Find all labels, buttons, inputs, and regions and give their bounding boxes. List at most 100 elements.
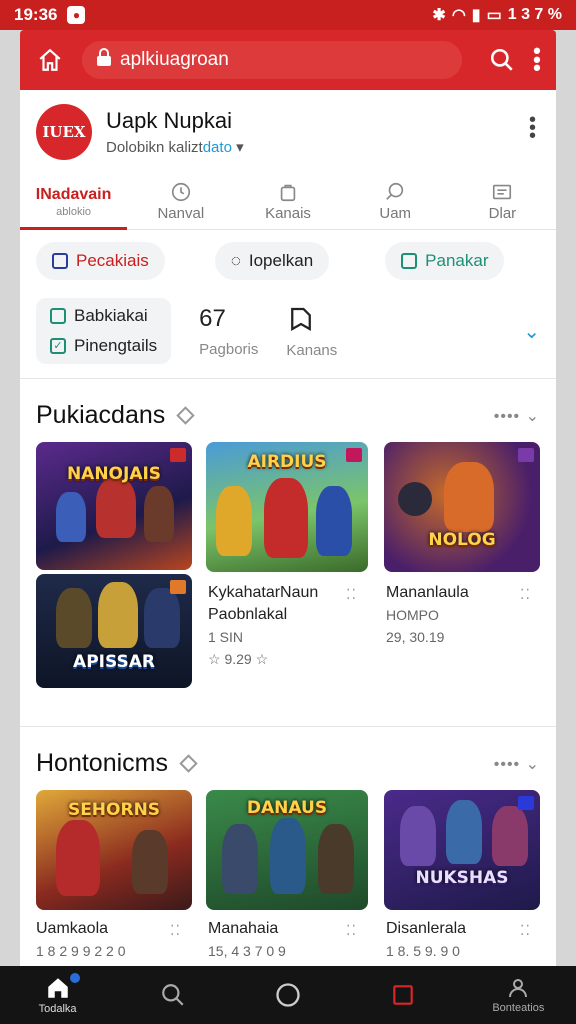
game-meta: Manahaia 15, 4 3 7 0 9 <box>208 918 286 962</box>
tab-bag-label: Kanais <box>265 205 311 222</box>
game-card[interactable]: NANOJAIS <box>36 442 192 570</box>
stat-channels[interactable]: Kanans <box>286 304 337 359</box>
game-badge <box>518 796 534 810</box>
note-icon <box>401 253 418 269</box>
profile-subtitle-link[interactable]: dato <box>203 139 232 156</box>
bag-icon <box>280 184 296 202</box>
filter-row: Babkiakai ✓ Pinengtails 67 Pagboris Kanan… <box>20 292 556 379</box>
game-subtitle: Paobnlakal <box>208 606 288 623</box>
tab-bar: INadavain ablokio Nanval Kanais Uam Dlar <box>20 174 556 230</box>
nav-search[interactable] <box>133 982 213 1008</box>
home-icon[interactable] <box>34 44 66 76</box>
filter-option-2[interactable]: ✓ Pinengtails <box>50 336 157 356</box>
nav-profile[interactable]: Bonteatios <box>478 976 558 1014</box>
game-badge <box>518 448 534 462</box>
game-card[interactable]: NUKSHAS <box>384 790 540 910</box>
profile-subtitle-text: Dolobikn kalizt <box>106 139 203 156</box>
chip-third-label: Panakar <box>425 251 489 270</box>
tab-clock-label: Nanval <box>157 205 205 222</box>
section-header-1: Pukiacdans •••• ⌄ <box>20 379 556 442</box>
profile-menu-icon[interactable]: • • • <box>529 110 536 146</box>
nav-square[interactable] <box>363 982 443 1008</box>
game-title: Manahaia <box>208 920 279 937</box>
circle-icon <box>276 983 300 1007</box>
tab-list[interactable]: Dlar <box>449 174 556 229</box>
url-text: aplkiuagroan <box>120 49 229 70</box>
game-card[interactable]: NOLOG <box>384 442 540 572</box>
more-dots-icon[interactable]: •••• ⌄ <box>494 406 540 426</box>
filter-option-2-label: Pinengtails <box>74 336 158 355</box>
game-card[interactable]: DANAUS <box>206 790 368 910</box>
game-grid-1: NANOJAIS AIRDIUS NOLOG APISSAR Kykahatar… <box>36 442 540 712</box>
tab-home-label: ablokio <box>56 205 92 218</box>
tab-clock[interactable]: Nanval <box>127 174 234 229</box>
profile-subtitle[interactable]: Dolobikn kaliztdato ▾ <box>106 138 244 156</box>
game-art-title: NANOJAIS <box>66 464 162 484</box>
filter-options: Babkiakai ✓ Pinengtails <box>36 298 172 364</box>
search-icon[interactable] <box>486 44 518 76</box>
tab-bag[interactable]: Kanais <box>234 174 341 229</box>
game-badge <box>170 580 186 594</box>
more-options-icon[interactable]: ⁚⁚ <box>520 922 531 939</box>
game-rating: ☆ 9.29 ☆ <box>208 651 269 667</box>
stat-pages-label: Pagboris <box>199 340 259 358</box>
diamond-icon <box>176 406 195 425</box>
chip-second[interactable]: ◌ Iopelkan <box>214 242 330 280</box>
more-options-icon[interactable]: ⁚⁚ <box>170 922 181 939</box>
game-art-title: NUKSHAS <box>415 868 509 888</box>
chevron-down-icon[interactable]: ⌄ <box>523 319 540 344</box>
filter-option-1[interactable]: Babkiakai <box>50 306 157 326</box>
clock-icon <box>171 182 190 202</box>
game-meta: Mananlaula HOMPO 29, 30.19 <box>386 582 469 648</box>
wifi-icon: ◠ <box>451 7 466 24</box>
section-header-2: Hontonicms •••• ⌄ <box>20 727 556 790</box>
tab-list-label: Dlar <box>488 205 517 222</box>
lock-icon <box>96 48 112 72</box>
square-icon <box>393 985 413 1005</box>
app-logo: IUEX <box>36 104 92 160</box>
bottom-navigation: Todalka Bonteatios <box>0 966 576 1024</box>
game-title: Uamkaola <box>36 920 109 937</box>
game-badge <box>170 448 186 462</box>
game-art-title: NOLOG <box>428 530 496 550</box>
nav-circle[interactable] <box>248 981 328 1009</box>
tab-home-title: INadavain <box>35 185 112 203</box>
game-title: Mananlaula <box>386 584 469 601</box>
more-options-icon[interactable]: ⁚⁚ <box>520 586 531 603</box>
chip-third[interactable]: Panakar <box>385 242 505 280</box>
more-options-icon[interactable]: ⁚⁚ <box>346 922 357 939</box>
battery-percent: 1 3 7 % <box>507 6 562 23</box>
game-badge <box>346 448 362 462</box>
checkbox-icon <box>50 308 66 324</box>
chip-first-label: Pecakiais <box>76 251 149 270</box>
battery-icon: ▭ <box>486 7 502 24</box>
nav-profile-label: Bonteatios <box>492 1002 545 1014</box>
tab-home[interactable]: INadavain ablokio <box>20 174 128 230</box>
game-art-title: SEHORNS <box>67 800 161 820</box>
checkmark-icon: ✓ <box>50 338 66 354</box>
game-card[interactable]: SEHORNS <box>36 790 192 910</box>
browser-toolbar: aplkiuagroan • • • <box>20 30 556 90</box>
section-title: Pukiacdans <box>36 401 166 429</box>
chip-first[interactable]: Pecakiais <box>36 242 165 280</box>
game-grid-2: SEHORNS DANAUS NUKSHAS Uamkaola 1 8 2 9 … <box>36 790 540 966</box>
overflow-menu-icon[interactable]: • • • <box>532 39 542 79</box>
game-art-title: DANAUS <box>246 798 328 818</box>
game-size: HOMPO <box>386 607 439 623</box>
nav-home[interactable]: Todalka <box>18 973 98 1015</box>
url-field[interactable]: aplkiuagroan <box>82 41 462 79</box>
tab-search[interactable]: Uam <box>342 174 449 229</box>
game-card[interactable]: APISSAR <box>36 574 192 688</box>
more-options-icon[interactable]: ⁚⁚ <box>346 586 357 603</box>
game-downloads: 1 8. 5 9. 9 0 <box>386 943 460 959</box>
search-icon <box>161 984 184 1006</box>
stat-pages[interactable]: 67 Pagboris <box>199 305 258 358</box>
game-size: 1 SIN <box>208 629 244 645</box>
game-meta: KykahatarNaun Paobnlakal 1 SIN ☆ 9.29 ☆ <box>208 582 318 670</box>
game-card[interactable]: AIRDIUS <box>206 442 368 572</box>
logo-text: IUEX <box>42 123 86 141</box>
game-title: KykahatarNaun <box>208 584 319 601</box>
nav-home-label: Todalka <box>38 1003 77 1015</box>
person-icon <box>509 979 528 998</box>
more-dots-icon[interactable]: •••• ⌄ <box>494 754 540 774</box>
